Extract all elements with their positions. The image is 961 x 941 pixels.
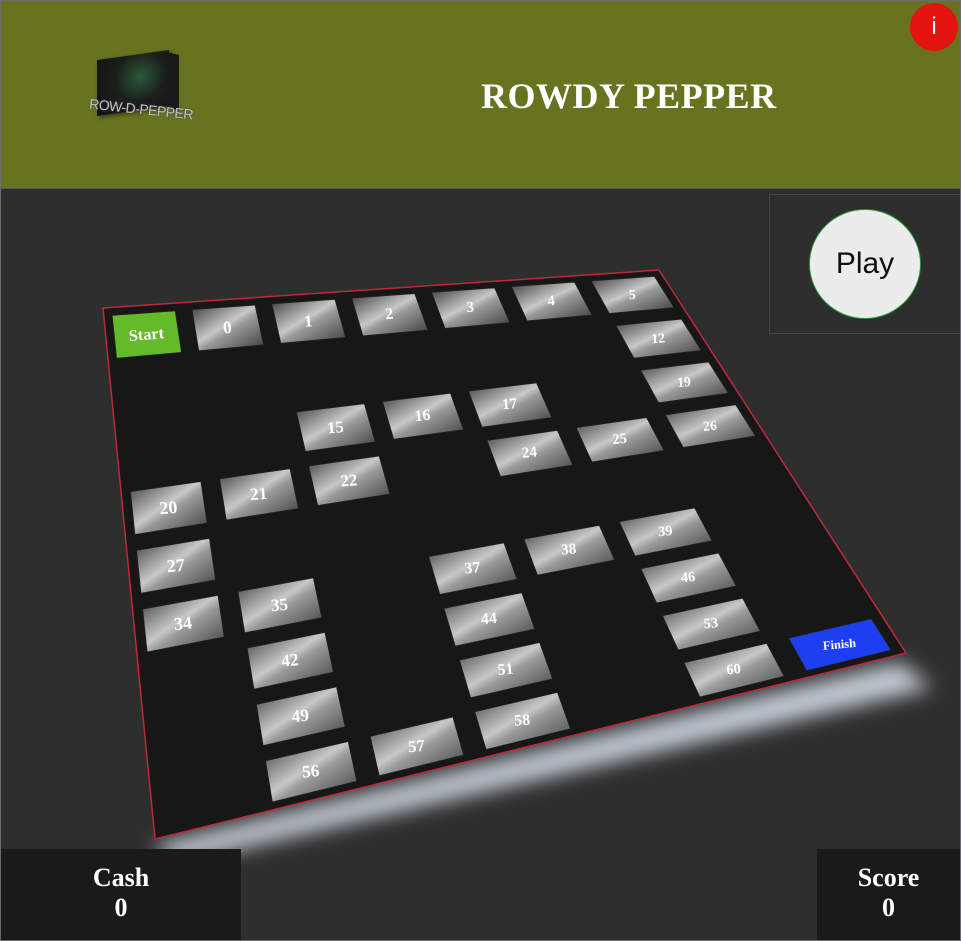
tile-label: 34 xyxy=(173,613,193,634)
tile-label: 25 xyxy=(612,431,628,448)
tile-label: 60 xyxy=(726,661,742,678)
tile-label: Start xyxy=(128,323,165,345)
board-tile: 1 xyxy=(271,298,347,344)
board-tile: 0 xyxy=(191,304,265,352)
cash-label: Cash xyxy=(92,863,150,892)
tile-label: 15 xyxy=(326,417,344,437)
tile-label: 12 xyxy=(651,330,666,346)
tile-label: 0 xyxy=(222,318,232,338)
tile-label: 57 xyxy=(407,736,425,756)
tile-label: 42 xyxy=(280,650,299,670)
tile-label: 46 xyxy=(680,569,696,586)
board-tile: 2 xyxy=(351,293,429,337)
tile-label: 4 xyxy=(547,293,556,310)
tile-label: 49 xyxy=(291,706,310,726)
tile-label: 51 xyxy=(497,661,514,679)
tile-label: 20 xyxy=(159,497,179,518)
tile-label: 38 xyxy=(561,541,578,558)
game-board: Start 0 1 2 3 4 512151617192021222425262734353… xyxy=(102,269,932,864)
tile-label: 56 xyxy=(301,761,320,781)
score-label: Score xyxy=(857,863,920,892)
tile-label: 35 xyxy=(270,595,289,615)
tile-label: 19 xyxy=(677,374,692,390)
tile-label: 37 xyxy=(464,559,481,577)
tile-label: 17 xyxy=(501,396,518,413)
cash-panel: Cash 0 xyxy=(1,849,241,941)
tile-label: 2 xyxy=(385,306,394,324)
tile-label: 39 xyxy=(657,523,673,540)
tile-label: 27 xyxy=(166,555,186,576)
tile-label: 21 xyxy=(249,484,268,504)
tile-label: 53 xyxy=(703,615,719,632)
start-tile: Start xyxy=(111,310,182,359)
tile-label: 16 xyxy=(414,407,431,425)
cash-value: 0 xyxy=(114,893,128,922)
tile-label: 44 xyxy=(480,610,497,628)
tile-label: 26 xyxy=(702,418,717,434)
tile-label: 24 xyxy=(521,444,538,461)
tile-label: Finish xyxy=(822,636,856,653)
score-value: 0 xyxy=(882,893,895,922)
tile-label: 1 xyxy=(303,311,313,331)
tile-label: 22 xyxy=(340,470,358,490)
tile-label: 58 xyxy=(514,711,531,729)
score-panel: Score 0 xyxy=(817,849,960,941)
